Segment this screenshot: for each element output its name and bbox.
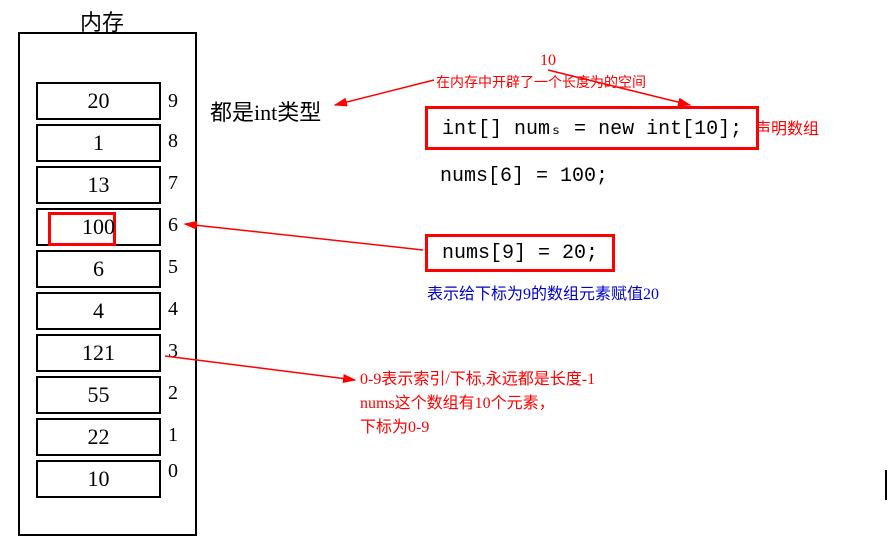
index-label-6: 6 bbox=[168, 214, 178, 237]
code-assign1: nums[6] = 100; bbox=[440, 165, 608, 188]
code-assign2-box: nums[9] = 20; bbox=[425, 234, 615, 272]
length-value-label: 10 bbox=[540, 52, 556, 70]
cell-value: 6 bbox=[93, 256, 104, 281]
index-label-4: 4 bbox=[168, 298, 178, 321]
cell-value: 1 bbox=[93, 130, 104, 155]
index-label-8: 8 bbox=[168, 130, 178, 153]
declaration-label: 声明数组 bbox=[755, 115, 819, 139]
cell-value: 22 bbox=[88, 424, 110, 449]
index-explanation-line2: nums这个数组有10个元素， bbox=[360, 392, 595, 416]
cell-3: 121 bbox=[36, 334, 161, 372]
type-label: 都是int类型 bbox=[210, 95, 321, 127]
arrow-icon bbox=[335, 80, 434, 105]
cell-2: 55 bbox=[36, 376, 161, 414]
index-label-0: 0 bbox=[168, 460, 178, 483]
code-assign2: nums[9] = 20; bbox=[442, 242, 598, 265]
cell-1: 22 bbox=[36, 418, 161, 456]
code-declaration-box: int[] numₛ = new int[10]; bbox=[425, 106, 759, 150]
allocation-note: 在内存中开辟了一个长度为的空间 bbox=[436, 72, 646, 92]
cell-value: 10 bbox=[88, 466, 110, 491]
index-label-1: 1 bbox=[168, 424, 178, 447]
cell-value: 4 bbox=[93, 298, 104, 323]
index-label-7: 7 bbox=[168, 172, 178, 195]
cell-7: 13 bbox=[36, 166, 161, 204]
blue-note: 表示给下标为9的数组元素赋值20 bbox=[427, 280, 659, 304]
index-explanation-line3: 下标为0-9 bbox=[360, 416, 595, 440]
cell-8: 1 bbox=[36, 124, 161, 162]
cell-value: 55 bbox=[88, 382, 110, 407]
cell-9: 20 bbox=[36, 82, 161, 120]
cell-5: 6 bbox=[36, 250, 161, 288]
cell-value: 100 bbox=[82, 214, 115, 239]
cell-value: 20 bbox=[88, 88, 110, 113]
cell-value: 13 bbox=[88, 172, 110, 197]
memory-cells: 20 1 13 100 6 4 121 55 22 10 bbox=[36, 82, 161, 502]
index-explanation-line1: 0-9表示索引/下标,永远都是长度-1 bbox=[360, 368, 595, 392]
cell-6: 100 bbox=[36, 208, 161, 246]
index-label-3: 3 bbox=[168, 340, 178, 363]
arrow-icon bbox=[185, 224, 423, 250]
cell-0: 10 bbox=[36, 460, 161, 498]
index-label-9: 9 bbox=[168, 90, 178, 113]
code-declaration: int[] numₛ = new int[10]; bbox=[442, 118, 742, 141]
index-explanation: 0-9表示索引/下标,永远都是长度-1 nums这个数组有10个元素， 下标为0… bbox=[360, 368, 595, 440]
index-label-2: 2 bbox=[168, 382, 178, 405]
index-label-5: 5 bbox=[168, 256, 178, 279]
cell-value: 121 bbox=[82, 340, 115, 365]
cell-4: 4 bbox=[36, 292, 161, 330]
